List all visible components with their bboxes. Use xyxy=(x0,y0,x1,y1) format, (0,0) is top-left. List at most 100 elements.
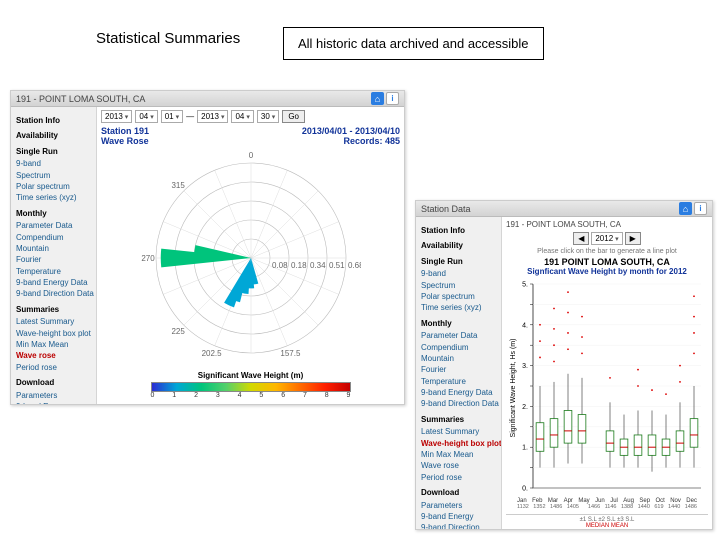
sidebar-item[interactable]: Parameter Data xyxy=(421,331,496,341)
legend-tick: 0 xyxy=(151,392,155,399)
home-icon[interactable]: ⌂ xyxy=(371,92,384,105)
year-select[interactable]: 2012 xyxy=(591,232,622,245)
sidebar-item[interactable]: Fourier xyxy=(16,255,91,265)
year-nav: ◀ 2012 ▶ xyxy=(506,232,708,245)
sidebar-item[interactable]: 9-band Energy Data xyxy=(421,388,496,398)
rose-legend-bar xyxy=(151,382,351,392)
sidebar-item[interactable]: Time series (xyz) xyxy=(16,193,91,203)
count-label: 1388 xyxy=(621,504,633,510)
sidebar-item[interactable]: 9-band Direction Data xyxy=(421,399,496,409)
sidebar-item[interactable]: Parameters xyxy=(421,501,496,511)
sidebar-item[interactable]: 9-band xyxy=(421,269,496,279)
boxplot-count-row: 1132135214861405146611461388144061914401… xyxy=(517,504,697,510)
sidebar-item[interactable]: 9-band Direction Data xyxy=(16,289,91,299)
start-year-select[interactable]: 2013 xyxy=(101,110,132,123)
sidebar-item[interactable]: Wave-height box plot xyxy=(421,439,496,449)
rose-records-label: Records: 485 xyxy=(302,136,400,146)
legend-tick: 2 xyxy=(194,392,198,399)
count-label: 1440 xyxy=(668,504,680,510)
svg-text:0.34: 0.34 xyxy=(310,261,326,270)
date-range-row: 2013 04 01 — 2013 04 30 Go xyxy=(101,110,400,123)
count-label: 1132 xyxy=(517,504,529,510)
svg-text:202.5: 202.5 xyxy=(201,349,222,358)
sidebar-item[interactable]: Time series (xyz) xyxy=(421,303,496,313)
go-button[interactable]: Go xyxy=(282,110,305,123)
rose-legend-title: Significant Wave Height (m) xyxy=(101,371,400,380)
end-month-select[interactable]: 04 xyxy=(231,110,253,123)
sidebar-item[interactable]: Parameter Data xyxy=(16,221,91,231)
sidebar-item[interactable]: Mountain xyxy=(421,354,496,364)
sidebar-item[interactable]: Temperature xyxy=(421,377,496,387)
sidebar-item[interactable]: Period rose xyxy=(16,363,91,373)
svg-text:157.5: 157.5 xyxy=(280,349,301,358)
sidebar-item[interactable]: 9-band Energy xyxy=(16,402,91,404)
sidebar-item[interactable]: Period rose xyxy=(421,473,496,483)
sidebar-item[interactable]: Polar spectrum xyxy=(16,182,91,192)
svg-text:2.: 2. xyxy=(522,404,528,411)
info-icon[interactable]: i xyxy=(694,202,707,215)
sidebar-item[interactable]: 9-band Direction xyxy=(421,523,496,529)
legend-tick: 9 xyxy=(347,392,351,399)
count-label: 1146 xyxy=(605,504,617,510)
sidebar-item[interactable]: Fourier xyxy=(421,365,496,375)
sidebar-item[interactable]: Wave rose xyxy=(421,461,496,471)
svg-text:3.: 3. xyxy=(522,363,528,370)
svg-text:0.68: 0.68 xyxy=(348,261,361,270)
sidebar-item[interactable]: Wave-height box plot xyxy=(16,329,91,339)
titlebar-left: 191 - POINT LOMA SOUTH, CA ⌂ i xyxy=(11,91,404,107)
sidebar-group-heading: Station Info xyxy=(421,226,496,236)
sidebar-group-heading: Availability xyxy=(16,131,91,141)
sidebar-item[interactable]: 9-band Energy Data xyxy=(16,278,91,288)
sidebar-group-heading: Monthly xyxy=(16,209,91,219)
sidebar-item[interactable]: Min Max Mean xyxy=(421,450,496,460)
svg-text:225: 225 xyxy=(171,327,185,336)
rose-header: Station 191 Wave Rose 2013/04/01 - 2013/… xyxy=(101,126,400,146)
sidebar-item[interactable]: Min Max Mean xyxy=(16,340,91,350)
sidebar-item[interactable]: 9-band xyxy=(16,159,91,169)
end-day-select[interactable]: 30 xyxy=(257,110,279,123)
end-year-select[interactable]: 2013 xyxy=(197,110,228,123)
sidebar-group-heading: Summaries xyxy=(16,305,91,315)
sidebar-group-heading: Download xyxy=(16,378,91,388)
sidebar-item[interactable]: Mountain xyxy=(16,244,91,254)
year-prev-button[interactable]: ◀ xyxy=(573,232,589,245)
rose-title-label: Wave Rose xyxy=(101,136,149,146)
sidebar-item[interactable]: Parameters xyxy=(16,391,91,401)
sidebar-item[interactable]: Spectrum xyxy=(16,171,91,181)
titlebar-left-text: 191 - POINT LOMA SOUTH, CA xyxy=(16,94,145,104)
year-next-button[interactable]: ▶ xyxy=(625,232,641,245)
count-label: 619 xyxy=(654,504,663,510)
sidebar-item[interactable]: Latest Summary xyxy=(421,427,496,437)
panel-boxplot: Station Data ⌂ i Station InfoAvailabilit… xyxy=(415,200,713,530)
sidebar-item[interactable]: Temperature xyxy=(16,267,91,277)
info-icon[interactable]: i xyxy=(386,92,399,105)
svg-text:0.18: 0.18 xyxy=(291,261,307,270)
legend-tick: 4 xyxy=(238,392,242,399)
sidebar-item[interactable]: Spectrum xyxy=(421,281,496,291)
main-right: 191 - POINT LOMA SOUTH, CA ◀ 2012 ▶ Plea… xyxy=(502,217,712,529)
legend-tick: 8 xyxy=(325,392,329,399)
sidebar-item[interactable]: 9-band Energy xyxy=(421,512,496,522)
legend-tick: 5 xyxy=(259,392,263,399)
sidebar-group-heading: Availability xyxy=(421,241,496,251)
svg-text:270: 270 xyxy=(141,254,155,263)
boxplot-chart[interactable]: 0.1.2.3.4.5.Significant Wave Height, Hs … xyxy=(507,278,707,498)
start-day-select[interactable]: 01 xyxy=(161,110,183,123)
sidebar-item[interactable]: Polar spectrum xyxy=(421,292,496,302)
sidebar-group-heading: Single Run xyxy=(16,147,91,157)
sidebar-item[interactable]: Compendium xyxy=(16,233,91,243)
count-label: 1486 xyxy=(550,504,562,510)
svg-text:0.08: 0.08 xyxy=(272,261,288,270)
sidebar-item[interactable]: Wave rose xyxy=(16,351,91,361)
start-month-select[interactable]: 04 xyxy=(135,110,157,123)
sidebar-right: Station InfoAvailabilitySingle Run9-band… xyxy=(416,217,502,529)
sidebar-item[interactable]: Latest Summary xyxy=(16,317,91,327)
svg-text:0: 0 xyxy=(248,151,253,160)
svg-text:5.: 5. xyxy=(522,282,528,289)
home-icon[interactable]: ⌂ xyxy=(679,202,692,215)
date-sep: — xyxy=(186,112,194,121)
svg-text:4.: 4. xyxy=(522,322,528,329)
boxplot-station-title: 191 POINT LOMA SOUTH, CA xyxy=(506,257,708,267)
boxplot-footer: ±1 S.L ±2 S.L ±3 S.L MEDIAN MEAN xyxy=(506,514,708,529)
sidebar-item[interactable]: Compendium xyxy=(421,343,496,353)
